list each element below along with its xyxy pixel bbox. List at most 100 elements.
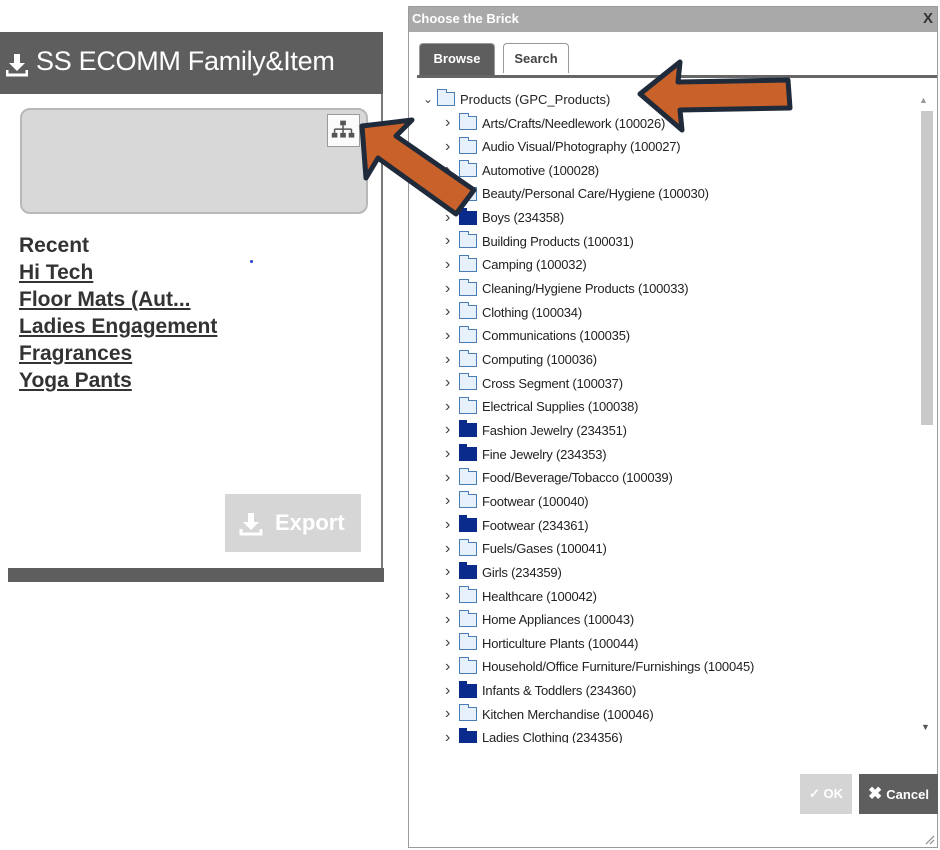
chevron-right-icon[interactable]: › (445, 351, 459, 369)
recent-link-hi-tech[interactable]: Hi Tech (19, 261, 93, 285)
folder-icon (458, 136, 477, 154)
tree-node[interactable]: › Horticulture Plants (100044) (445, 632, 638, 654)
tree-node[interactable]: › Home Appliances (100043) (445, 609, 634, 631)
scroll-down-arrow[interactable]: ▼ (921, 722, 930, 732)
folder-icon (458, 562, 477, 580)
tree-node[interactable]: › Footwear (100040) (445, 490, 589, 512)
cancel-button[interactable]: ✖ Cancel (859, 774, 938, 814)
chevron-down-icon[interactable]: ⌄ (423, 92, 437, 106)
chevron-right-icon[interactable]: › (445, 374, 459, 392)
tree-node[interactable]: › Food/Beverage/Tobacco (100039) (445, 467, 673, 489)
close-icon[interactable]: X (923, 10, 933, 27)
folder-icon (458, 727, 477, 743)
brick-selection-box[interactable] (20, 108, 368, 214)
tree-node[interactable]: › Beauty/Personal Care/Hygiene (100030) (445, 183, 709, 205)
tree-node[interactable]: › Camping (100032) (445, 254, 587, 276)
tree-node-label: Building Products (100031) (482, 233, 634, 249)
tab-browse[interactable]: Browse (419, 43, 495, 75)
download-icon[interactable] (6, 52, 28, 78)
tree-node[interactable]: › Automotive (100028) (445, 159, 599, 181)
tree-node[interactable]: › Kitchen Merchandise (100046) (445, 703, 654, 725)
tree-node-label: Fashion Jewelry (234351) (482, 422, 627, 438)
tree-root-node[interactable]: ⌄ Products (GPC_Products) (423, 88, 610, 110)
dialog-titlebar[interactable]: Choose the Brick X (409, 7, 937, 32)
tree-node[interactable]: › Healthcare (100042) (445, 585, 597, 607)
tree-node[interactable]: › Electrical Supplies (100038) (445, 396, 638, 418)
chevron-right-icon[interactable]: › (445, 658, 459, 676)
chevron-right-icon[interactable]: › (445, 587, 459, 605)
tree-node[interactable]: › Clothing (100034) (445, 301, 582, 323)
tree-node-label: Cross Segment (100037) (482, 375, 623, 391)
tree-node[interactable]: › Arts/Crafts/Needlework (100026) (445, 112, 665, 134)
tree-node[interactable]: › Computing (100036) (445, 349, 597, 371)
chevron-right-icon[interactable]: › (445, 421, 459, 439)
tree-node[interactable]: › Boys (234358) (445, 207, 564, 229)
tree-node-label: Fine Jewelry (234353) (482, 446, 607, 462)
recent-link-fragrances[interactable]: Fragrances (19, 342, 132, 366)
tree-node-label: Cleaning/Hygiene Products (100033) (482, 281, 689, 297)
tree-node[interactable]: › Girls (234359) (445, 561, 562, 583)
tree-node[interactable]: › Cross Segment (100037) (445, 372, 623, 394)
export-button[interactable]: Export (225, 494, 361, 552)
chevron-right-icon[interactable]: › (445, 185, 459, 203)
tree-node[interactable]: › Fuels/Gases (100041) (445, 538, 607, 560)
chevron-right-icon[interactable]: › (445, 232, 459, 250)
folder-icon (458, 609, 477, 627)
tab-search[interactable]: Search (503, 43, 569, 73)
recent-link-floor-mats[interactable]: Floor Mats (Aut... (19, 288, 191, 312)
tree-node[interactable]: › Ladies Clothing (234356) (445, 727, 623, 743)
chevron-right-icon[interactable]: › (445, 729, 459, 743)
chevron-right-icon[interactable]: › (445, 445, 459, 463)
folder-icon (458, 302, 477, 320)
tree-node-label: Food/Beverage/Tobacco (100039) (482, 470, 673, 486)
tree-root-label: Products (GPC_Products) (460, 91, 611, 107)
tree-node[interactable]: › Household/Office Furniture/Furnishings … (445, 656, 754, 678)
folder-icon (458, 183, 477, 201)
tree-node-label: Computing (100036) (482, 352, 597, 367)
checkmark-icon: ✓ (808, 786, 820, 801)
scroll-up-arrow[interactable]: ▲ (919, 95, 928, 105)
choose-brick-dialog: Choose the Brick X Browse Search ⌄ Produ… (408, 6, 938, 848)
chevron-right-icon[interactable]: › (445, 469, 459, 487)
chevron-right-icon[interactable]: › (445, 540, 459, 558)
chevron-right-icon[interactable]: › (445, 209, 459, 227)
dialog-title: Choose the Brick (412, 11, 519, 26)
chevron-right-icon[interactable]: › (445, 114, 459, 132)
folder-icon (436, 89, 455, 106)
tree-node[interactable]: › Communications (100035) (445, 325, 630, 347)
tree-node[interactable]: › Footwear (234361) (445, 514, 589, 536)
chevron-right-icon[interactable]: › (445, 563, 459, 581)
tree-node-label: Beauty/Personal Care/Hygiene (100030) (482, 186, 709, 202)
browse-hierarchy-button[interactable] (327, 114, 360, 147)
tree-node[interactable]: › Infants & Toddlers (234360) (445, 680, 636, 702)
recent-link-ladies-engagement[interactable]: Ladies Engagement (19, 315, 217, 339)
chevron-right-icon[interactable]: › (445, 492, 459, 510)
resize-grip-icon[interactable] (923, 833, 935, 845)
recent-link-yoga-pants[interactable]: Yoga Pants (19, 369, 132, 393)
folder-icon (458, 207, 477, 225)
folder-icon (458, 538, 477, 556)
chevron-right-icon[interactable]: › (445, 256, 459, 274)
tree-node[interactable]: › Audio Visual/Photography (100027) (445, 136, 681, 158)
folder-icon (458, 254, 477, 272)
chevron-right-icon[interactable]: › (445, 398, 459, 416)
tree-node-label: Horticulture Plants (100044) (482, 635, 639, 651)
chevron-right-icon[interactable]: › (445, 138, 459, 156)
chevron-right-icon[interactable]: › (445, 611, 459, 629)
chevron-right-icon[interactable]: › (445, 280, 459, 298)
chevron-right-icon[interactable]: › (445, 705, 459, 723)
panel-title: SS ECOMM Family&Item (36, 46, 335, 76)
chevron-right-icon[interactable]: › (445, 634, 459, 652)
tree-node[interactable]: › Fine Jewelry (234353) (445, 443, 607, 465)
chevron-right-icon[interactable]: › (445, 161, 459, 179)
tree-node[interactable]: › Cleaning/Hygiene Products (100033) (445, 278, 689, 300)
tree-node[interactable]: › Fashion Jewelry (234351) (445, 419, 627, 441)
ok-button[interactable]: ✓ OK (800, 774, 852, 814)
chevron-right-icon[interactable]: › (445, 303, 459, 321)
chevron-right-icon[interactable]: › (445, 682, 459, 700)
tree-node[interactable]: › Building Products (100031) (445, 230, 634, 252)
chevron-right-icon[interactable]: › (445, 516, 459, 534)
tree-scrollbar-thumb[interactable] (921, 111, 933, 425)
folder-icon (458, 325, 477, 343)
chevron-right-icon[interactable]: › (445, 327, 459, 345)
